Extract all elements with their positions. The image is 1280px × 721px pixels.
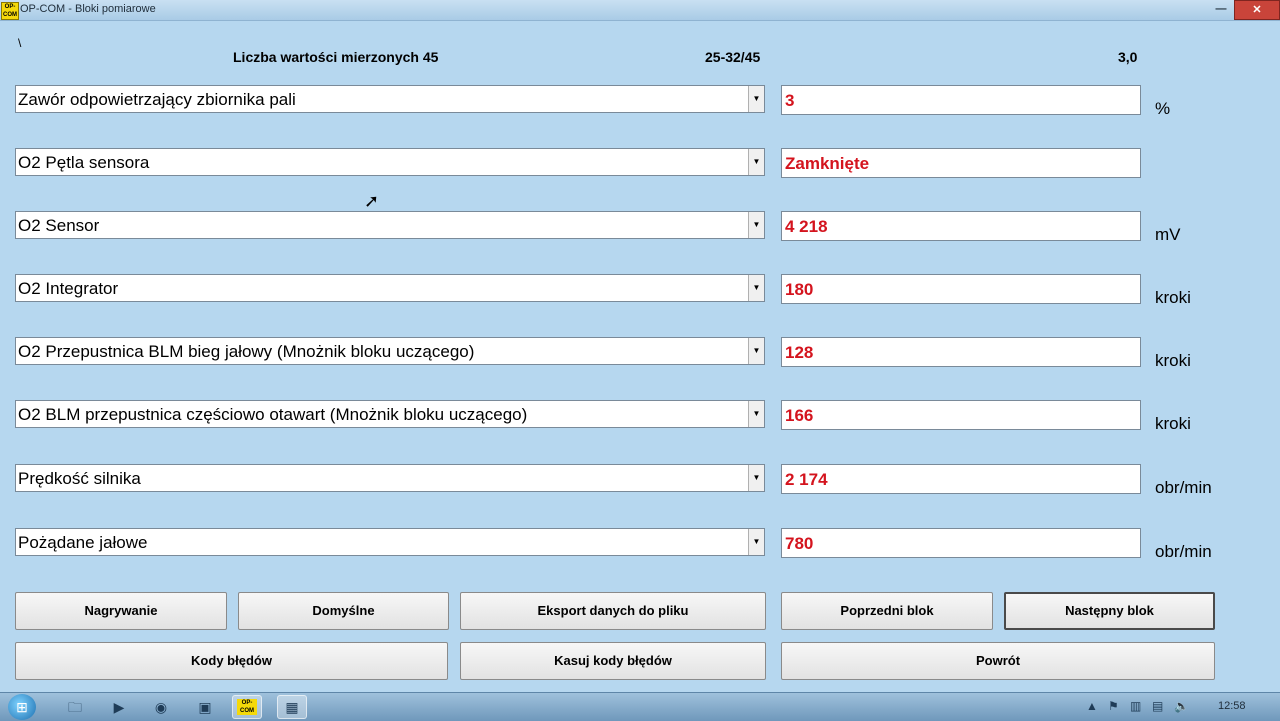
- value-field: 4 218: [781, 211, 1141, 241]
- parameter-select[interactable]: O2 Integrator ▼: [15, 274, 765, 302]
- dropdown-arrow-icon[interactable]: ▼: [748, 149, 764, 175]
- opcom-app-icon: OP-COM: [1, 2, 19, 20]
- export-data-button[interactable]: Eksport danych do pliku: [460, 592, 766, 630]
- measurement-row: O2 Sensor ▼ 4 218 mV: [0, 211, 1280, 259]
- parameter-unit: kroki: [1155, 288, 1191, 307]
- measurement-row: O2 BLM przepustnica częściowo otawart (M…: [0, 400, 1280, 448]
- parameter-value: 180: [785, 280, 814, 299]
- start-button-icon[interactable]: ⊞: [8, 694, 36, 720]
- value-field: 180: [781, 274, 1141, 304]
- window-title: OP-COM - Bloki pomiarowe: [20, 3, 156, 15]
- marker-glyph: \: [18, 36, 22, 50]
- parameter-value: 4 218: [785, 217, 828, 236]
- parameter-name: O2 Sensor: [18, 216, 100, 235]
- parameter-name: O2 Integrator: [18, 279, 119, 298]
- next-block-button[interactable]: Następny blok: [1004, 592, 1215, 630]
- explorer-icon[interactable]: 🗀: [64, 697, 86, 717]
- parameter-name: O2 BLM przepustnica częściowo otawart (M…: [18, 405, 528, 424]
- value-field: 128: [781, 337, 1141, 367]
- taskbar: ⊞ 🗀 ▶ ◉ ▣ OP-COM ▦ ▲ ⚑ ▥ ▤ 🔈 12:58: [0, 692, 1280, 721]
- measurement-row: O2 Integrator ▼ 180 kroki: [0, 274, 1280, 322]
- tray-arrow-icon[interactable]: ▲: [1086, 699, 1098, 713]
- parameter-unit: mV: [1155, 225, 1181, 244]
- network-app-icon[interactable]: ▣: [194, 697, 216, 717]
- parameter-name: Zawór odpowietrzający zbiornika pali: [18, 90, 296, 109]
- title-bar: OP-COM OP-COM - Bloki pomiarowe — ✕: [0, 0, 1280, 21]
- parameter-value: 128: [785, 343, 814, 362]
- error-codes-button[interactable]: Kody błędów: [15, 642, 448, 680]
- media-player-icon[interactable]: ▶: [108, 697, 130, 717]
- dropdown-arrow-icon[interactable]: ▼: [748, 338, 764, 364]
- record-button[interactable]: Nagrywanie: [15, 592, 227, 630]
- defaults-button[interactable]: Domyślne: [238, 592, 449, 630]
- measurement-row: Pożądane jałowe ▼ 780 obr/min: [0, 528, 1280, 576]
- value-field: 3: [781, 85, 1141, 115]
- dropdown-arrow-icon[interactable]: ▼: [748, 465, 764, 491]
- dropdown-arrow-icon[interactable]: ▼: [748, 401, 764, 427]
- opcom-taskbar-icon: OP-COM: [237, 699, 257, 715]
- parameter-select[interactable]: O2 Sensor ▼: [15, 211, 765, 239]
- parameter-name: Prędkość silnika: [18, 469, 141, 488]
- dropdown-arrow-icon[interactable]: ▼: [748, 529, 764, 555]
- dropdown-arrow-icon[interactable]: ▼: [748, 212, 764, 238]
- value-field: 780: [781, 528, 1141, 558]
- parameter-select[interactable]: O2 Przepustnica BLM bieg jałowy (Mnożnik…: [15, 337, 765, 365]
- parameter-unit: kroki: [1155, 414, 1191, 433]
- measurement-row: O2 Pętla sensora ▼ Zamknięte: [0, 148, 1280, 196]
- block-range-label: 25-32/45: [705, 49, 761, 65]
- parameter-unit: %: [1155, 99, 1171, 118]
- value-field: Zamknięte: [781, 148, 1141, 178]
- parameter-name: O2 Przepustnica BLM bieg jałowy (Mnożnik…: [18, 342, 475, 361]
- parameter-select[interactable]: O2 BLM przepustnica częściowo otawart (M…: [15, 400, 765, 428]
- parameter-value: 3: [785, 91, 795, 110]
- version-label: 3,0: [1118, 49, 1138, 65]
- clock: 12:58: [1218, 700, 1246, 712]
- parameter-value: 780: [785, 534, 814, 553]
- parameter-select[interactable]: O2 Pętla sensora ▼: [15, 148, 765, 176]
- value-field: 2 174: [781, 464, 1141, 494]
- previous-block-button[interactable]: Poprzedni blok: [781, 592, 993, 630]
- tray-network-icon[interactable]: ▥: [1130, 699, 1141, 713]
- back-button[interactable]: Powrót: [781, 642, 1215, 680]
- clear-error-codes-button[interactable]: Kasuj kody błędów: [460, 642, 766, 680]
- parameter-value: Zamknięte: [785, 154, 870, 173]
- dropdown-arrow-icon[interactable]: ▼: [748, 275, 764, 301]
- tray-volume-icon[interactable]: 🔈: [1174, 699, 1189, 713]
- tray-device-icon[interactable]: ▤: [1152, 699, 1163, 713]
- firefox-icon[interactable]: ◉: [150, 697, 172, 717]
- parameter-select[interactable]: Pożądane jałowe ▼: [15, 528, 765, 556]
- dropdown-arrow-icon[interactable]: ▼: [748, 86, 764, 112]
- value-field: 166: [781, 400, 1141, 430]
- parameter-unit: obr/min: [1155, 478, 1212, 497]
- measurement-row: Zawór odpowietrzający zbiornika pali ▼ 3…: [0, 85, 1280, 133]
- window-icon: ▦: [285, 699, 299, 715]
- minimize-icon[interactable]: —: [1206, 0, 1236, 18]
- parameter-name: Pożądane jałowe: [18, 533, 148, 552]
- close-icon[interactable]: ✕: [1234, 0, 1280, 20]
- measurement-row: O2 Przepustnica BLM bieg jałowy (Mnożnik…: [0, 337, 1280, 385]
- parameter-unit: obr/min: [1155, 542, 1212, 561]
- parameter-value: 166: [785, 406, 814, 425]
- parameter-unit: kroki: [1155, 351, 1191, 370]
- parameter-select[interactable]: Zawór odpowietrzający zbiornika pali ▼: [15, 85, 765, 113]
- taskbar-window-button[interactable]: ▦: [277, 695, 307, 719]
- mouse-cursor-icon: ➚: [364, 191, 380, 211]
- taskbar-opcom-button[interactable]: OP-COM: [232, 695, 262, 719]
- parameter-select[interactable]: Prędkość silnika ▼: [15, 464, 765, 492]
- parameter-name: O2 Pętla sensora: [18, 153, 150, 172]
- measurement-row: Prędkość silnika ▼ 2 174 obr/min: [0, 464, 1280, 512]
- parameter-value: 2 174: [785, 470, 828, 489]
- measurement-count-label: Liczba wartości mierzonych 45: [233, 49, 439, 65]
- tray-flag-icon[interactable]: ⚑: [1108, 699, 1119, 713]
